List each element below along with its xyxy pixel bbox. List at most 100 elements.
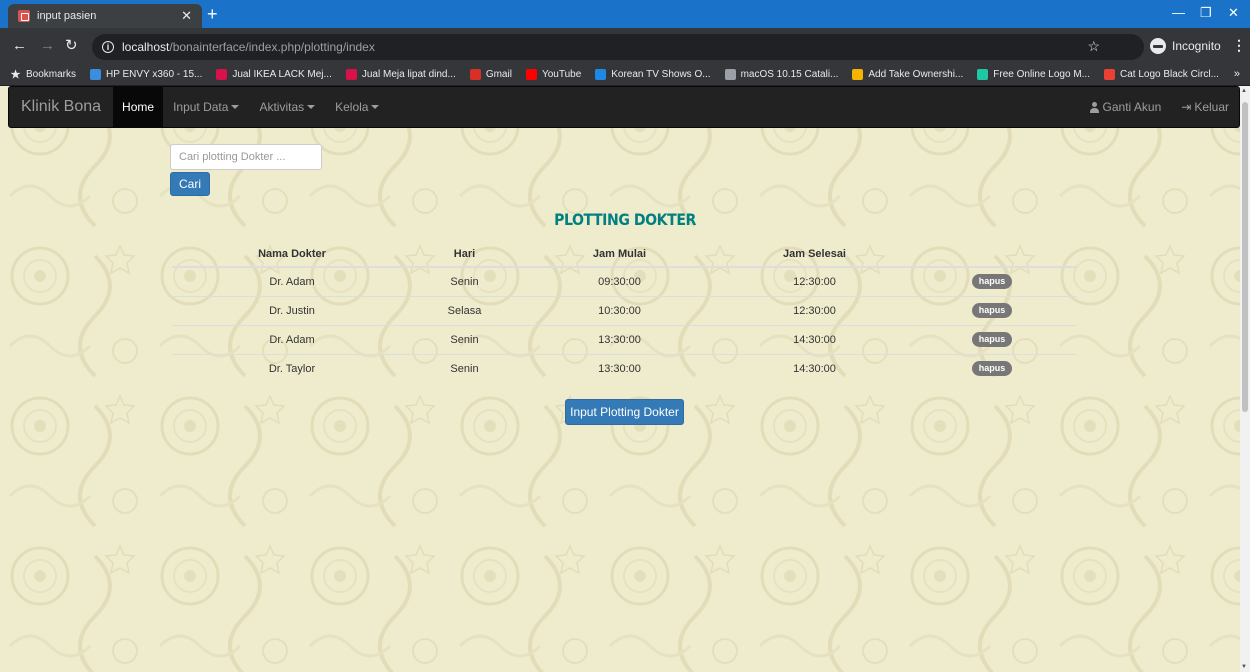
- cell-hari: Senin: [412, 353, 517, 383]
- browser-menu-icon[interactable]: ⋮: [1232, 38, 1246, 52]
- more-bookmarks-icon[interactable]: »: [1234, 68, 1240, 80]
- cat-logo-icon: [1103, 69, 1115, 80]
- user-icon: [1089, 101, 1100, 113]
- cell-nama: Dr. Justin: [172, 295, 412, 325]
- cell-hari: Senin: [412, 266, 517, 296]
- table-row: Dr. Adam Senin 13:30:00 14:30:00 hapus: [172, 324, 1077, 354]
- cell-action: hapus: [907, 324, 1077, 354]
- forward-icon[interactable]: →: [40, 38, 55, 53]
- minimize-icon[interactable]: —: [1172, 5, 1185, 20]
- bookmark-label: Free Online Logo M...: [993, 69, 1090, 80]
- bookmark-item[interactable]: Cat Logo Black Circl...: [1103, 69, 1219, 80]
- nav-aktivitas[interactable]: Aktivitas: [249, 87, 325, 127]
- table-row: Dr. Adam Senin 09:30:00 12:30:00 hapus: [172, 266, 1077, 296]
- nav-kelola-label: Kelola: [335, 100, 369, 114]
- column-header-action: [907, 241, 1077, 268]
- scroll-down-icon[interactable]: ▼: [1241, 664, 1247, 670]
- log-in-icon: ⇥: [1181, 100, 1192, 114]
- scroll-up-icon[interactable]: ▲: [1241, 88, 1247, 94]
- column-header-hari: Hari: [412, 241, 517, 268]
- nav-home[interactable]: Home: [113, 87, 164, 127]
- ganti-akun-link[interactable]: Ganti Akun: [1079, 87, 1172, 127]
- caret-down-icon: [371, 105, 380, 109]
- bookmark-label: macOS 10.15 Catali...: [740, 69, 839, 80]
- browser-title-bar: input pasien ✕ + — ❐ ✕: [0, 0, 1250, 28]
- youtube-icon: [525, 69, 537, 80]
- hapus-button[interactable]: hapus: [971, 274, 1013, 290]
- cell-action: hapus: [907, 353, 1077, 383]
- cell-jam-selesai: 14:30:00: [722, 324, 907, 354]
- nav-aktivitas-label: Aktivitas: [259, 100, 305, 114]
- scrollbar-thumb[interactable]: [1242, 102, 1248, 412]
- table-header-row: Nama Dokter Hari Jam Mulai Jam Selesai: [172, 241, 1077, 268]
- incognito-indicator[interactable]: Incognito: [1150, 35, 1221, 57]
- bookmark-item[interactable]: Jual IKEA LACK Mej...: [216, 69, 332, 80]
- keluar-link[interactable]: ⇥ Keluar: [1171, 87, 1239, 127]
- ganti-akun-label: Ganti Akun: [1102, 100, 1162, 114]
- windows-icon: [852, 69, 864, 80]
- bookmark-item[interactable]: Add Take Ownershi...: [852, 69, 963, 80]
- bukalapak-icon: [216, 69, 228, 80]
- logo-maker-icon: [977, 69, 989, 80]
- k-icon: [595, 69, 607, 80]
- hapus-button[interactable]: hapus: [971, 332, 1013, 347]
- tab-favicon-icon: [18, 10, 30, 22]
- restore-icon[interactable]: ❐: [1200, 5, 1212, 21]
- cell-nama: Dr. Adam: [172, 324, 412, 354]
- nav-home-label: Home: [122, 100, 155, 114]
- cell-action: hapus: [907, 295, 1077, 325]
- cell-nama: Dr. Adam: [172, 266, 412, 296]
- close-window-icon[interactable]: ✕: [1228, 5, 1239, 21]
- url-field[interactable]: i localhost/bonainterface/index.php/plot…: [92, 34, 1144, 60]
- cell-jam-selesai: 12:30:00: [722, 295, 907, 325]
- nav-input-data[interactable]: Input Data: [163, 87, 249, 127]
- page-viewport: Klinik Bona Home Input Data Aktivitas Ke…: [0, 86, 1240, 672]
- keluar-label: Keluar: [1194, 100, 1229, 114]
- bookmark-item[interactable]: Jual Meja lipat dind...: [345, 69, 456, 80]
- new-tab-icon[interactable]: +: [207, 5, 218, 23]
- close-tab-icon[interactable]: ✕: [181, 8, 192, 24]
- brand-logo[interactable]: Klinik Bona: [21, 98, 101, 116]
- cell-jam-mulai: 13:30:00: [517, 353, 722, 383]
- globe-icon: [724, 69, 736, 80]
- bookmark-label: Korean TV Shows O...: [611, 69, 711, 80]
- star-icon: ★: [10, 69, 21, 81]
- bookmark-item[interactable]: Gmail: [469, 69, 512, 80]
- bookmark-item[interactable]: Free Online Logo M...: [977, 69, 1090, 80]
- bookmark-item[interactable]: YouTube: [525, 69, 582, 80]
- bookmarks-bar: ★ Bookmarks HP ENVY x360 - 15... Jual IKEA …: [0, 64, 1250, 86]
- search-button[interactable]: Cari: [170, 172, 210, 196]
- hapus-button[interactable]: hapus: [971, 303, 1013, 318]
- reload-icon[interactable]: ↻: [65, 38, 78, 53]
- site-info-icon[interactable]: i: [102, 41, 114, 53]
- bookmark-label: YouTube: [541, 69, 582, 80]
- cell-jam-mulai: 10:30:00: [517, 295, 722, 325]
- bookmark-label: Bookmarks: [26, 69, 77, 80]
- bookmark-item[interactable]: HP ENVY x360 - 15...: [90, 69, 202, 80]
- bookmark-label: Gmail: [485, 69, 512, 80]
- bookmark-item[interactable]: macOS 10.15 Catali...: [724, 69, 839, 80]
- hp-icon: [90, 69, 102, 80]
- cell-nama: Dr. Taylor: [172, 353, 412, 383]
- back-icon[interactable]: ←: [12, 38, 27, 53]
- url-host: localhost: [122, 40, 170, 54]
- input-plotting-button[interactable]: Input Plotting Dokter: [565, 399, 684, 425]
- incognito-icon: [1150, 38, 1166, 54]
- column-header-jam-mulai: Jam Mulai: [517, 241, 722, 268]
- cell-jam-selesai: 12:30:00: [722, 266, 907, 296]
- cell-action: hapus: [907, 266, 1077, 296]
- search-input[interactable]: [170, 144, 322, 170]
- app-navbar: Klinik Bona Home Input Data Aktivitas Ke…: [8, 86, 1240, 128]
- bookmark-star-icon[interactable]: ☆: [1087, 38, 1100, 55]
- page-scrollbar[interactable]: ▲ ▼: [1240, 86, 1250, 672]
- nav-kelola[interactable]: Kelola: [325, 87, 389, 127]
- bookmark-item[interactable]: Korean TV Shows O...: [595, 69, 711, 80]
- column-header-nama: Nama Dokter: [172, 241, 412, 268]
- browser-tab[interactable]: input pasien ✕: [8, 4, 202, 28]
- cell-jam-selesai: 14:30:00: [722, 353, 907, 383]
- gmail-icon: [469, 69, 481, 80]
- tab-title: input pasien: [37, 10, 97, 22]
- plotting-table: Nama Dokter Hari Jam Mulai Jam Selesai D…: [172, 241, 1077, 383]
- bookmark-item[interactable]: ★ Bookmarks: [10, 69, 77, 81]
- hapus-button[interactable]: hapus: [971, 361, 1013, 377]
